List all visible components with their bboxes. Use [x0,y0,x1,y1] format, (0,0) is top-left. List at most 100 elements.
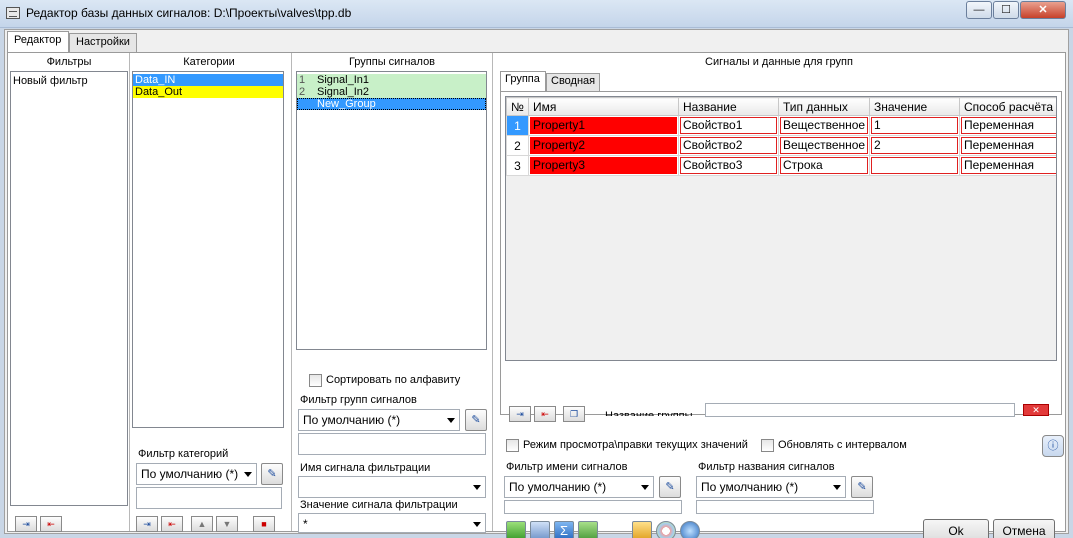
column-header-type[interactable]: Тип данных [778,97,870,116]
category-filter-edit-icon[interactable]: ✎ [261,463,283,485]
filter-add-icon[interactable]: ⇥ [15,516,37,532]
group-name-input[interactable] [705,403,1015,417]
signal-name-filter-select[interactable]: По умолчанию (*) [504,476,654,498]
cell-value-value [871,157,958,174]
category-remove-icon[interactable]: ⇤ [161,516,183,532]
filter-signal-value-label: Значение сигнала фильтрации [300,499,458,511]
table-row[interactable]: 1 Property1 Свойство1 Вещественное 1 Пер… [506,115,1056,136]
divider [291,53,292,531]
categories-list[interactable]: Data_IN Data_Out [132,71,284,428]
category-add-icon[interactable]: ⇥ [136,516,158,532]
category-filter-select[interactable]: По умолчанию (*) [136,463,257,485]
tab-settings[interactable]: Настройки [69,33,137,53]
cell-method-value: Переменная [961,157,1056,174]
signal-name-filter-text[interactable] [504,500,682,514]
column-header-value[interactable]: Значение [869,97,960,116]
cancel-button[interactable]: Отмена [993,519,1055,538]
divider [492,53,493,531]
column-header-method[interactable]: Способ расчёта [959,97,1056,116]
row-number[interactable]: 3 [506,155,529,176]
chevron-down-icon [641,485,649,490]
app-icon [6,7,20,19]
signal-title-filter-text[interactable] [696,500,874,514]
subtab-summary[interactable]: Сводная [546,73,600,91]
save-icon[interactable] [530,521,550,538]
category-color-icon[interactable]: ■ [253,516,275,532]
filter-signal-name-select[interactable] [298,476,486,498]
cell-method[interactable]: Переменная [959,155,1056,176]
group-item[interactable]: 2 Signal_In2 [297,86,486,98]
group-filter-text[interactable] [298,433,486,455]
filter-item[interactable]: Новый фильтр [11,75,127,87]
cell-value-value: 1 [871,117,958,134]
row-number[interactable]: 2 [506,135,529,156]
cell-value[interactable] [869,155,960,176]
refresh-interval-checkbox[interactable] [761,439,774,452]
column-header-title[interactable]: Название [678,97,779,116]
tab-editor[interactable]: Редактор [7,31,69,53]
cell-type[interactable]: Строка [778,155,870,176]
cell-title[interactable]: Свойство2 [678,135,779,156]
group-filter-edit-icon[interactable]: ✎ [465,409,487,431]
cell-type[interactable]: Вещественное [778,115,870,136]
subtab-group[interactable]: Группа [500,71,546,91]
signal-title-filter-select[interactable]: По умолчанию (*) [696,476,846,498]
download-icon[interactable] [506,521,526,538]
category-filter-label: Фильтр категорий [138,448,229,460]
minimize-button[interactable]: — [966,1,992,19]
view-mode-checkbox[interactable] [506,439,519,452]
title-bar: Редактор базы данных сигналов: D:\Проект… [0,0,1073,28]
cell-type-value: Вещественное [780,137,868,154]
sort-alphabetical-checkbox[interactable] [309,374,322,387]
category-item-data-out[interactable]: Data_Out [133,86,283,98]
category-down-icon[interactable]: ▼ [216,516,238,532]
group-filter-select[interactable]: По умолчанию (*) [298,409,460,431]
chevron-down-icon [447,418,455,423]
signal-name-filter-label: Фильтр имени сигналов [506,461,628,473]
cell-value[interactable]: 2 [869,135,960,156]
category-item-data-in[interactable]: Data_IN [133,74,283,86]
close-button[interactable]: ✕ [1020,1,1066,19]
recycle-icon[interactable] [578,521,598,538]
cell-value[interactable]: 1 [869,115,960,136]
signal-groups-list[interactable]: 1 Signal_In1 2 Signal_In2 New_Group [296,71,487,350]
column-header-num[interactable]: № [506,97,529,116]
filter-remove-icon[interactable]: ⇤ [40,516,62,532]
table-row[interactable]: 2 Property2 Свойство2 Вещественное 2 Пер… [506,135,1056,156]
cell-name[interactable]: Property1 [528,115,679,136]
cell-name[interactable]: Property3 [528,155,679,176]
sum-icon[interactable]: Σ [554,521,574,538]
info-icon[interactable]: ⓘ [1042,435,1064,457]
filters-list[interactable]: Новый фильтр [10,71,128,506]
category-up-icon[interactable]: ▲ [191,516,213,532]
ruler-icon[interactable] [632,521,652,538]
cell-method[interactable]: Переменная [959,115,1056,136]
globe-icon[interactable] [680,521,700,538]
cell-type[interactable]: Вещественное [778,135,870,156]
column-header-name[interactable]: Имя [528,97,679,116]
signal-title-filter-edit-icon[interactable]: ✎ [851,476,873,498]
maximize-button[interactable]: ☐ [993,1,1019,19]
row-number[interactable]: 1 [506,115,529,136]
category-filter-text[interactable] [136,487,282,509]
ok-button[interactable]: Ok [923,519,989,538]
signal-name-filter-edit-icon[interactable]: ✎ [659,476,681,498]
cell-method[interactable]: Переменная [959,135,1056,156]
signal-title-filter-label: Фильтр названия сигналов [698,461,835,473]
group-item-selected[interactable]: New_Group [297,98,486,110]
filters-header: Фильтры [46,56,92,68]
signals-grid[interactable]: № Имя Название Тип данных Значение Спосо… [505,96,1057,361]
cell-name[interactable]: Property2 [528,135,679,156]
filter-signal-value-select[interactable]: * [298,513,486,533]
signal-remove-icon[interactable]: ⇤ [534,406,556,422]
group-delete-icon[interactable]: ✕ [1023,404,1049,416]
cell-method-value: Переменная [961,117,1056,134]
cell-title[interactable]: Свойство1 [678,115,779,136]
table-row[interactable]: 3 Property3 Свойство3 Строка Переменная [506,155,1056,176]
cell-title[interactable]: Свойство3 [678,155,779,176]
signal-add-icon[interactable]: ⇥ [509,406,531,422]
group-item[interactable]: 1 Signal_In1 [297,74,486,86]
signal-copy-icon[interactable]: ❐ [563,406,585,422]
palette-icon[interactable] [656,521,676,538]
signals-header: Сигналы и данные для групп [705,56,853,68]
